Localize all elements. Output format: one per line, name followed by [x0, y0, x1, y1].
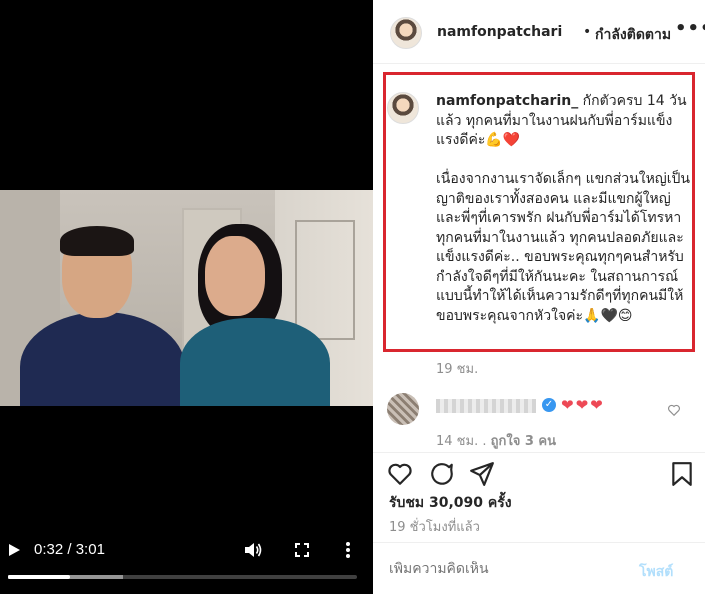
avatar[interactable] [390, 17, 422, 49]
comment-icon[interactable] [429, 461, 455, 487]
comment-meta-separator: . [482, 434, 491, 449]
video-frame[interactable] [0, 190, 373, 406]
comment-heart-icon[interactable] [667, 403, 681, 417]
verified-badge-icon: ✓ [542, 398, 556, 412]
header-separator: • [583, 24, 592, 40]
more-options-icon[interactable]: ••• [675, 18, 705, 39]
caption-text: namfonpatcharin_ กักตัวครบ 14 วันแล้ว ทุ… [436, 92, 691, 326]
current-time: 0:32 [34, 541, 64, 558]
video-time: 0:32 / 3:01 [34, 541, 105, 558]
view-count: รับชม 30,090 ครั้ง [389, 495, 512, 511]
time-separator: / [63, 541, 76, 558]
posted-time[interactable]: 19 ชั่วโมงที่แล้ว [389, 516, 480, 537]
comment-input-bar: โพสต์ [373, 542, 705, 594]
comment-time: 14 ชม. [436, 434, 479, 449]
duration: 3:01 [75, 541, 105, 558]
video-controls: 0:32 / 3:01 [0, 533, 373, 594]
caption-time: 19 ชม. [436, 362, 479, 377]
comment-text: ❤❤❤ [561, 396, 605, 414]
header-username[interactable]: namfonpatchari [437, 24, 562, 40]
comment-username-blurred[interactable] [436, 399, 536, 413]
bookmark-icon[interactable] [669, 461, 695, 487]
volume-icon[interactable] [244, 541, 262, 559]
post-sidebar: namfonpatchari • กำลังติดตาม ••• namfonp… [373, 0, 705, 594]
post-comment-button[interactable]: โพสต์ [639, 561, 673, 583]
video-player[interactable]: 0:32 / 3:01 [0, 0, 373, 594]
video-played-bar [8, 575, 70, 579]
heart-icon[interactable] [387, 461, 413, 487]
share-icon[interactable] [469, 461, 495, 487]
comment-avatar[interactable] [387, 393, 419, 425]
fullscreen-icon[interactable] [295, 543, 309, 557]
comment-input[interactable] [389, 561, 629, 577]
follow-status-button[interactable]: กำลังติดตาม [595, 24, 671, 46]
caption-avatar[interactable] [387, 92, 419, 124]
play-icon[interactable] [7, 543, 21, 557]
post-actions [373, 452, 705, 492]
comment-likes[interactable]: ถูกใจ 3 คน [491, 434, 556, 449]
comment-meta: 14 ชม. . ถูกใจ 3 คน [436, 430, 556, 451]
more-vertical-icon[interactable] [345, 541, 351, 559]
video-progress-bar[interactable] [8, 575, 357, 579]
caption-username[interactable]: namfonpatcharin_ [436, 93, 578, 109]
post-header: namfonpatchari • กำลังติดตาม ••• [373, 0, 705, 64]
caption-body: กักตัวครบ 14 วันแล้ว ทุกคนที่มาในงานฝนกั… [436, 93, 690, 324]
